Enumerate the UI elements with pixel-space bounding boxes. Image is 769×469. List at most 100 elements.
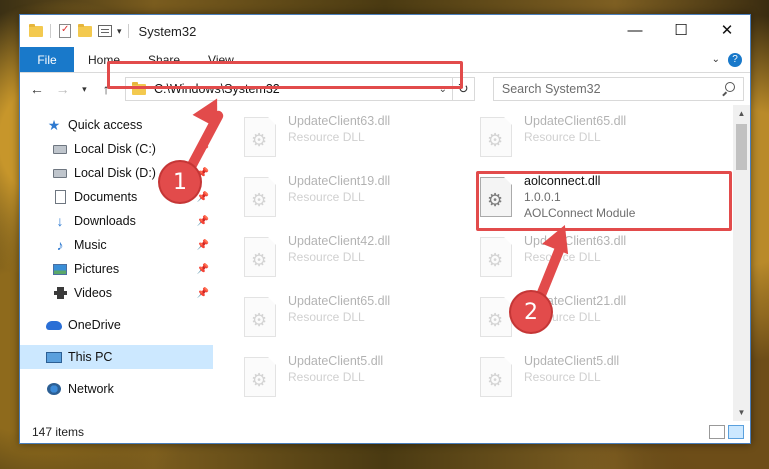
scroll-up-icon[interactable]: ▲	[733, 105, 750, 122]
divider	[50, 24, 51, 38]
file-tile[interactable]: ⚙ UpdateClient63.dll Resource DLL	[480, 233, 700, 283]
new-folder-icon[interactable]	[77, 23, 93, 38]
drive-icon	[52, 165, 68, 181]
search-input[interactable]: Search System32	[492, 77, 744, 101]
drive-icon	[52, 141, 68, 157]
view-toggle	[709, 425, 744, 439]
file-type: Resource DLL	[524, 130, 601, 144]
window-controls: — ☐ ✕	[612, 15, 750, 45]
file-tile[interactable]: ⚙ UpdateClient19.dll Resource DLL	[244, 173, 464, 223]
forward-arrow-icon[interactable]: →	[52, 78, 74, 100]
sidebar-item-label: Pictures	[74, 262, 120, 276]
file-version: 1.0.0.1	[524, 190, 561, 204]
tab-share[interactable]: Share	[134, 47, 194, 72]
sidebar-item-onedrive[interactable]: OneDrive	[20, 313, 213, 337]
star-icon: ★	[47, 116, 61, 133]
dll-file-icon: ⚙	[244, 297, 276, 337]
pictures-icon	[52, 261, 68, 277]
minimize-button[interactable]: —	[612, 15, 658, 45]
refresh-icon[interactable]: ↻	[451, 78, 474, 100]
file-type: Resource DLL	[288, 250, 365, 264]
sidebar-item-music[interactable]: ♪ Music 📌	[20, 233, 213, 257]
close-button[interactable]: ✕	[704, 15, 750, 45]
tab-file[interactable]: File	[20, 47, 74, 72]
videos-icon	[52, 285, 68, 301]
search-placeholder: Search System32	[501, 82, 601, 96]
chevron-down-icon[interactable]: ▾	[117, 26, 122, 37]
item-count: 147 items	[32, 425, 85, 439]
dll-file-icon: ⚙	[244, 117, 276, 157]
file-list: ⚙ UpdateClient63.dll Resource DLL ⚙ Updat…	[213, 105, 750, 421]
file-type: Resource DLL	[524, 370, 601, 384]
expand-ribbon-icon[interactable]: ⌄	[712, 54, 720, 65]
file-tile[interactable]: ⚙ UpdateClient5.dll Resource DLL	[244, 353, 464, 403]
file-name: UpdateClient19.dll	[288, 174, 391, 188]
folder-icon	[132, 81, 147, 95]
quick-access-toolbar: ▾	[20, 23, 131, 38]
address-bar[interactable]: C:\Windows\System32 ⌄ ↻	[125, 77, 475, 101]
sidebar-item-this-pc[interactable]: This PC	[20, 345, 213, 369]
file-type: Resource DLL	[288, 310, 365, 324]
file-explorer-window: ▾ System32 — ☐ ✕ File Home Share View ⌄ …	[19, 14, 751, 444]
pin-icon: 📌	[196, 239, 209, 251]
file-type: Resource DLL	[524, 250, 601, 264]
file-name: UpdateClient65.dll	[524, 114, 627, 128]
pin-icon: 📌	[196, 263, 209, 275]
title-bar: ▾ System32 — ☐ ✕	[20, 15, 750, 47]
file-type: AOLConnect Module	[524, 206, 636, 220]
back-arrow-icon[interactable]: ←	[26, 78, 48, 100]
file-name: UpdateClient65.dll	[288, 294, 391, 308]
onedrive-icon	[46, 317, 62, 333]
sidebar-item-label: Local Disk (D:)	[74, 166, 156, 180]
properties-icon[interactable]	[57, 24, 73, 38]
callout-badge-1: 1	[160, 162, 200, 202]
this-pc-icon	[46, 349, 62, 365]
file-tile[interactable]: ⚙ UpdateClient5.dll Resource DLL	[480, 353, 700, 403]
sidebar-item-pictures[interactable]: Pictures 📌	[20, 257, 213, 281]
file-name: UpdateClient63.dll	[288, 114, 391, 128]
dll-file-icon: ⚙	[480, 297, 512, 337]
window-title: System32	[138, 23, 197, 39]
dll-file-icon: ⚙	[244, 357, 276, 397]
file-tile[interactable]: ⚙ UpdateClient65.dll Resource DLL	[244, 293, 464, 343]
file-name: UpdateClient5.dll	[288, 354, 384, 368]
large-icons-view-icon[interactable]	[728, 425, 744, 439]
file-tile[interactable]: ⚙ UpdateClient63.dll Resource DLL	[244, 113, 464, 163]
address-path[interactable]: C:\Windows\System32	[154, 82, 434, 96]
dll-file-icon: ⚙	[480, 237, 512, 277]
scrollbar-thumb[interactable]	[736, 124, 747, 170]
sidebar-item-downloads[interactable]: ↓ Downloads 📌	[20, 209, 213, 233]
maximize-button[interactable]: ☐	[658, 15, 704, 45]
ribbon-right-controls: ⌄ ?	[704, 47, 750, 72]
navigation-pane: ★ Quick access Local Disk (C:) 📌 Local D…	[20, 105, 213, 421]
file-type: Resource DLL	[288, 190, 365, 204]
tab-home[interactable]: Home	[74, 47, 134, 72]
file-type: Resource DLL	[288, 370, 365, 384]
help-icon[interactable]: ?	[728, 52, 742, 67]
dll-file-icon: ⚙	[480, 177, 512, 217]
recent-locations-chevron-icon[interactable]: ▾	[77, 78, 91, 100]
address-dropdown-icon[interactable]: ⌄	[434, 84, 452, 95]
sidebar-item-label: Local Disk (C:)	[74, 142, 156, 156]
file-tile[interactable]: ⚙ UpdateClient65.dll Resource DLL	[480, 113, 700, 163]
customize-toolbar-icon[interactable]	[97, 24, 113, 38]
dll-file-icon: ⚙	[244, 237, 276, 277]
music-icon: ♪	[56, 237, 64, 253]
up-arrow-icon[interactable]: ↑	[95, 78, 117, 100]
sidebar-item-local-disk-c[interactable]: Local Disk (C:) 📌	[20, 137, 213, 161]
callout-badge-2: 2	[511, 292, 551, 332]
main-area: ★ Quick access Local Disk (C:) 📌 Local D…	[20, 105, 750, 421]
dll-file-icon: ⚙	[244, 177, 276, 217]
tab-view[interactable]: View	[194, 47, 248, 72]
scroll-down-icon[interactable]: ▼	[733, 404, 750, 421]
file-tile[interactable]: ⚙ UpdateClient42.dll Resource DLL	[244, 233, 464, 283]
sidebar-item-network[interactable]: Network	[20, 377, 213, 401]
file-tile-aolconnect[interactable]: ⚙ aolconnect.dll 1.0.0.1 AOLConnect Modu…	[480, 173, 700, 223]
details-view-icon[interactable]	[709, 425, 725, 439]
sidebar-item-videos[interactable]: Videos 📌	[20, 281, 213, 305]
documents-icon	[52, 189, 68, 205]
ribbon-tabs: File Home Share View ⌄ ?	[20, 47, 750, 73]
sidebar-item-quick-access[interactable]: ★ Quick access	[20, 113, 213, 137]
search-icon	[724, 82, 735, 92]
vertical-scrollbar[interactable]: ▲ ▼	[733, 105, 750, 421]
